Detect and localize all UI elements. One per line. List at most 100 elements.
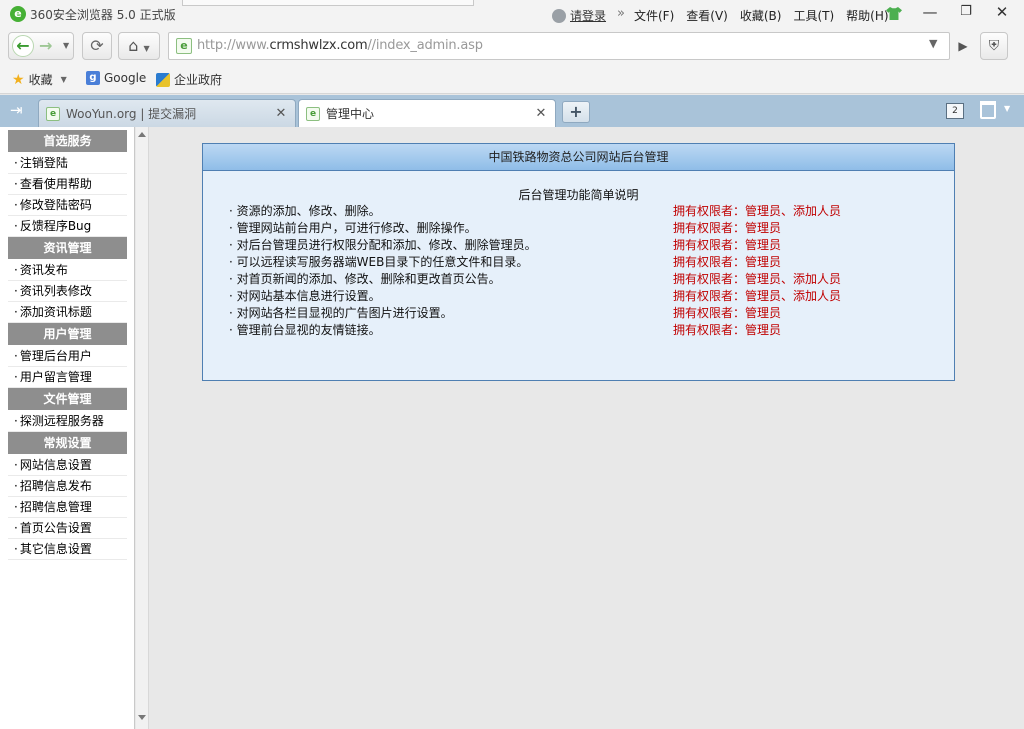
- feature-description: 对后台管理员进行权限分配和添加、修改、删除管理员。: [229, 237, 673, 254]
- admin-left-nav: 首选服务注销登陆查看使用帮助修改登陆密码反馈程序Bug资讯管理资讯发布资讯列表修…: [0, 127, 135, 729]
- url-prefix: http://www.: [197, 38, 270, 53]
- page-content: 首选服务注销登陆查看使用帮助修改登陆密码反馈程序Bug资讯管理资讯发布资讯列表修…: [0, 127, 1024, 729]
- back-forward-group[interactable]: ← → ▼: [8, 32, 74, 60]
- home-dropdown-icon[interactable]: ▼: [144, 44, 150, 53]
- feature-row: 管理前台显视的友情链接。拥有权限者：管理员: [229, 322, 929, 339]
- title-bar: e 360安全浏览器 5.0 正式版 请登录 » 文件(F) 查看(V) 收藏(…: [0, 0, 1024, 28]
- nav-link[interactable]: 网站信息设置: [8, 455, 127, 476]
- tab-ie-icon: e: [46, 106, 60, 121]
- history-dropdown-icon[interactable]: ▼: [63, 33, 69, 59]
- panel-title: 中国铁路物资总公司网站后台管理: [203, 144, 954, 171]
- url-domain: crmshwlzx.com: [269, 38, 368, 53]
- feature-row: 对网站基本信息进行设置。拥有权限者：管理员、添加人员: [229, 288, 929, 305]
- feature-permission: 拥有权限者：管理员: [673, 255, 782, 269]
- navigation-toolbar: ← → ▼ ⟳ ⌂ ▼ e http://www.crmshwlzx.com//…: [0, 28, 1024, 64]
- refresh-button[interactable]: ⟳: [82, 32, 112, 60]
- address-url[interactable]: http://www.crmshwlzx.com//index_admin.as…: [197, 38, 483, 53]
- google-icon: g: [86, 71, 100, 85]
- feature-description: 对网站各栏目显视的广告图片进行设置。: [229, 305, 673, 322]
- left-frame-scrollbar[interactable]: [136, 127, 149, 729]
- feature-permission: 拥有权限者：管理员: [673, 221, 782, 235]
- security-shield-icon[interactable]: ⛨: [980, 32, 1008, 60]
- window-title: 360安全浏览器 5.0 正式版: [30, 8, 176, 22]
- feature-row: 对后台管理员进行权限分配和添加、修改、删除管理员。拥有权限者：管理员: [229, 237, 929, 254]
- panel-subtitle: 后台管理功能简单说明: [518, 188, 639, 202]
- nav-link[interactable]: 查看使用帮助: [8, 174, 127, 195]
- page-ie-icon: e: [176, 38, 192, 54]
- feature-description: 管理网站前台用户，可进行修改、删除操作。: [229, 220, 673, 237]
- nav-link[interactable]: 招聘信息管理: [8, 497, 127, 518]
- nav-link[interactable]: 修改登陆密码: [8, 195, 127, 216]
- scroll-up-arrow-icon[interactable]: [138, 132, 146, 137]
- home-button[interactable]: ⌂ ▼: [118, 32, 160, 60]
- close-window-button[interactable]: ✕: [984, 0, 1020, 24]
- restore-button[interactable]: ❐: [948, 0, 984, 24]
- menu-view[interactable]: 查看(V): [686, 7, 728, 24]
- nav-link[interactable]: 添加资讯标题: [8, 302, 127, 323]
- tab-title: 管理中心: [326, 107, 375, 121]
- favorite-enterprise-gov-label: 企业政府: [174, 73, 223, 87]
- title-bar-tab-hint: [182, 0, 474, 6]
- feature-permission: 拥有权限者：管理员、添加人员: [673, 289, 842, 303]
- feature-row: 可以远程读写服务器端WEB目录下的任意文件和目录。拥有权限者：管理员: [229, 254, 929, 271]
- double-chevron-icon[interactable]: »: [617, 6, 625, 21]
- login-link[interactable]: 请登录: [552, 7, 606, 24]
- feature-row: 对网站各栏目显视的广告图片进行设置。拥有权限者：管理员: [229, 305, 929, 322]
- go-button[interactable]: ▶: [952, 32, 974, 60]
- nav-link[interactable]: 探测远程服务器: [8, 411, 127, 432]
- feature-description: 可以远程读写服务器端WEB目录下的任意文件和目录。: [229, 254, 673, 271]
- trash-dropdown-icon[interactable]: ▼: [1004, 104, 1010, 113]
- feature-permission: 拥有权限者：管理员: [673, 323, 782, 337]
- menu-help[interactable]: 帮助(H): [846, 7, 888, 24]
- tab-admin-center[interactable]: e 管理中心 ✕: [298, 99, 556, 127]
- nav-link[interactable]: 资讯发布: [8, 260, 127, 281]
- menu-tools[interactable]: 工具(T): [793, 7, 834, 24]
- nav-group-header: 常规设置: [8, 432, 127, 454]
- favorite-google[interactable]: g Google: [86, 71, 146, 85]
- feature-description: 资源的添加、修改、删除。: [229, 203, 673, 220]
- nav-link[interactable]: 招聘信息发布: [8, 476, 127, 497]
- feature-row: 管理网站前台用户，可进行修改、删除操作。拥有权限者：管理员: [229, 220, 929, 237]
- feature-description: 对网站基本信息进行设置。: [229, 288, 673, 305]
- nav-group-header: 首选服务: [8, 130, 127, 152]
- sidebar-toggle-icon[interactable]: ⇥: [10, 101, 23, 119]
- back-arrow-icon[interactable]: ←: [12, 35, 34, 57]
- closed-tabs-trash-icon[interactable]: [980, 101, 996, 119]
- tab-title: WooYun.org | 提交漏洞: [66, 107, 197, 121]
- minimize-button[interactable]: —: [912, 0, 948, 24]
- menu-favorites[interactable]: 收藏(B): [740, 7, 782, 24]
- menu-file[interactable]: 文件(F): [634, 7, 674, 24]
- address-bar[interactable]: e http://www.crmshwlzx.com//index_admin.…: [168, 32, 950, 60]
- scroll-down-arrow-icon[interactable]: [138, 715, 146, 720]
- tab-close-icon[interactable]: ✕: [533, 106, 549, 121]
- feature-permission: 拥有权限者：管理员、添加人员: [673, 272, 842, 286]
- tab-wooyun[interactable]: e WooYun.org | 提交漏洞 ✕: [38, 99, 296, 127]
- nav-link[interactable]: 用户留言管理: [8, 367, 127, 388]
- nav-link[interactable]: 其它信息设置: [8, 539, 127, 560]
- nav-link[interactable]: 管理后台用户: [8, 346, 127, 367]
- feature-description: 对首页新闻的添加、修改、删除和更改首页公告。: [229, 271, 673, 288]
- tab-close-icon[interactable]: ✕: [273, 106, 289, 121]
- favorites-menu[interactable]: ★ 收藏 ▼: [12, 71, 67, 88]
- nav-link[interactable]: 注销登陆: [8, 153, 127, 174]
- nav-group-header: 用户管理: [8, 323, 127, 345]
- favorite-enterprise-gov[interactable]: 企业政府: [156, 71, 222, 88]
- feature-permission: 拥有权限者：管理员: [673, 306, 782, 320]
- favorite-google-label: Google: [104, 71, 147, 85]
- nav-group-header: 资讯管理: [8, 237, 127, 259]
- feature-permission: 拥有权限者：管理员、添加人员: [673, 204, 842, 218]
- nav-group-header: 文件管理: [8, 388, 127, 410]
- user-icon: [552, 8, 566, 23]
- menu-bar: 文件(F) 查看(V) 收藏(B) 工具(T) 帮助(H): [634, 7, 889, 24]
- tab-ie-icon: e: [306, 106, 320, 121]
- admin-nav-list: 首选服务注销登陆查看使用帮助修改登陆密码反馈程序Bug资讯管理资讯发布资讯列表修…: [8, 130, 127, 560]
- tab-count-badge[interactable]: 2: [946, 103, 964, 119]
- nav-link[interactable]: 反馈程序Bug: [8, 216, 127, 237]
- new-tab-button[interactable]: +: [562, 101, 590, 123]
- nav-link[interactable]: 首页公告设置: [8, 518, 127, 539]
- tab-bar: ⇥ e WooYun.org | 提交漏洞 ✕ e 管理中心 ✕ + 2 ▼: [0, 95, 1024, 127]
- forward-arrow-icon[interactable]: →: [39, 33, 52, 59]
- nav-link[interactable]: 资讯列表修改: [8, 281, 127, 302]
- address-dropdown-icon[interactable]: ▼: [929, 37, 937, 50]
- feature-description: 管理前台显视的友情链接。: [229, 322, 673, 339]
